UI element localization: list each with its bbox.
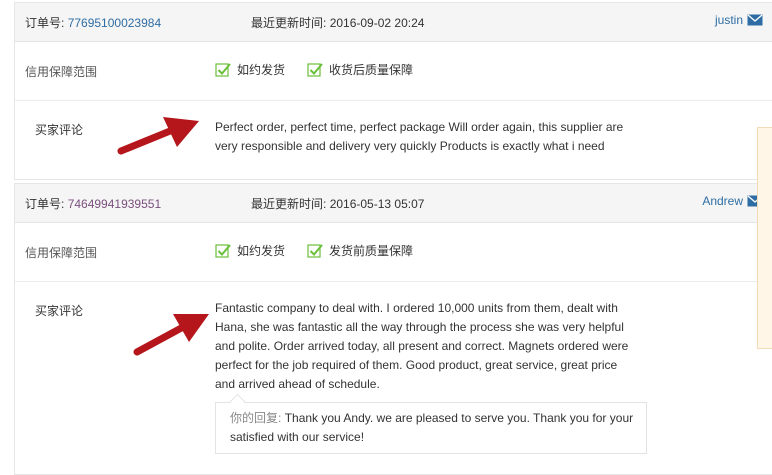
- comment-label: 买家评论: [35, 123, 84, 137]
- check-icon: [307, 63, 323, 77]
- side-panel-tab[interactable]: [757, 127, 772, 349]
- check-icon: [215, 63, 231, 77]
- order-header: 订单号: 77695100023984 最近更新时间: 2016-09-02 2…: [15, 3, 772, 42]
- order-number-link[interactable]: 77695100023984: [68, 16, 161, 30]
- order-label: 订单号:: [25, 197, 65, 211]
- guarantee-text: 如约发货: [237, 63, 286, 77]
- guarantee-badge: 收货后质量保障: [307, 61, 413, 78]
- buyer-contact[interactable]: justin: [715, 13, 763, 27]
- buyer-name[interactable]: justin: [715, 13, 743, 27]
- updated-label: 最近更新时间:: [251, 16, 327, 30]
- reply-text: Thank you Andy. we are pleased to serve …: [230, 411, 634, 444]
- guarantee-label: 信用保障范围: [25, 65, 98, 79]
- buyer-name[interactable]: Andrew: [702, 194, 743, 208]
- updated-time: 2016-05-13 05:07: [329, 197, 425, 211]
- guarantee-row: 信用保障范围 如约发货 发货前质量保障: [15, 223, 772, 282]
- order-card-2: 订单号: 74649941939551 最近更新时间: 2016-05-13 0…: [14, 183, 772, 475]
- order-card-1: 订单号: 77695100023984 最近更新时间: 2016-09-02 2…: [14, 2, 772, 180]
- guarantee-badge: 发货前质量保障: [307, 242, 413, 259]
- seller-reply: 你的回复: Thank you Andy. we are pleased to …: [215, 402, 647, 454]
- guarantee-badge: 如约发货: [215, 242, 285, 259]
- order-number-row: 订单号: 77695100023984: [25, 14, 161, 31]
- red-arrow-icon: [117, 117, 199, 155]
- guarantee-row: 信用保障范围 如约发货 收货后质量保障: [15, 42, 772, 101]
- order-label: 订单号:: [25, 16, 65, 30]
- guarantee-text: 如约发货: [237, 244, 286, 258]
- comment-label: 买家评论: [35, 304, 84, 318]
- mail-icon[interactable]: [747, 14, 763, 26]
- order-header: 订单号: 74649941939551 最近更新时间: 2016-05-13 0…: [15, 184, 772, 223]
- check-icon: [215, 244, 231, 258]
- guarantee-text: 发货前质量保障: [329, 244, 414, 258]
- reply-label: 你的回复:: [230, 411, 282, 425]
- check-icon: [307, 244, 323, 258]
- comment-text: Perfect order, perfect time, perfect pac…: [215, 120, 624, 153]
- comment-text: Fantastic company to deal with. I ordere…: [215, 301, 629, 391]
- updated-row: 最近更新时间: 2016-05-13 05:07: [251, 195, 424, 212]
- updated-time: 2016-09-02 20:24: [329, 16, 425, 30]
- buyer-contact[interactable]: Andrew: [702, 194, 763, 208]
- guarantee-label: 信用保障范围: [25, 246, 98, 260]
- updated-label: 最近更新时间:: [251, 197, 327, 211]
- order-number-row: 订单号: 74649941939551: [25, 195, 161, 212]
- guarantee-badge: 如约发货: [215, 61, 285, 78]
- updated-row: 最近更新时间: 2016-09-02 20:24: [251, 14, 424, 31]
- order-number-link[interactable]: 74649941939551: [68, 197, 161, 211]
- red-arrow-icon: [133, 314, 209, 356]
- guarantee-text: 收货后质量保障: [329, 63, 414, 77]
